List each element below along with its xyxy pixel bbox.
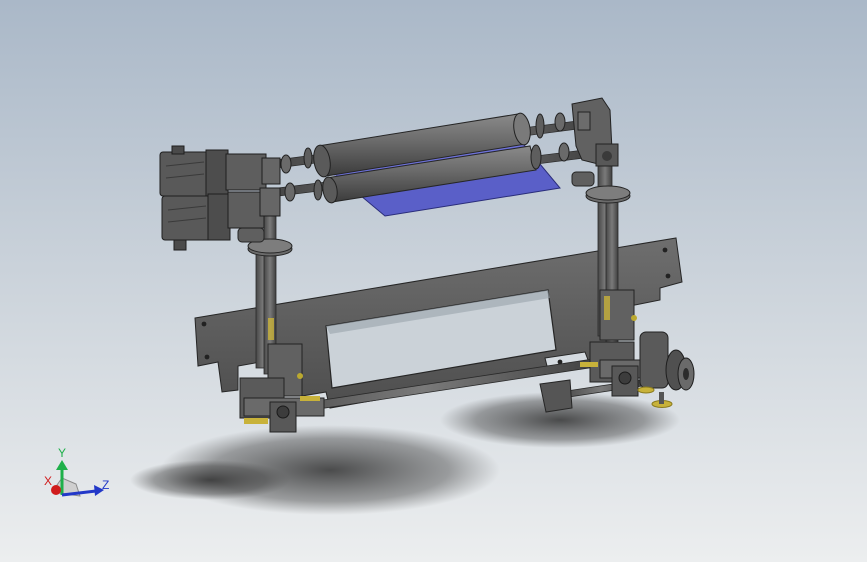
cad-viewport[interactable]: Y X Z	[0, 0, 867, 562]
ground-shadow	[130, 392, 680, 515]
triad-label-y: Y	[58, 446, 67, 460]
model-scene[interactable]	[0, 0, 867, 562]
triad-label-x: X	[44, 474, 53, 488]
x-axis-arrow	[51, 485, 61, 495]
coordinate-triad	[51, 460, 104, 497]
adjustment-handwheel[interactable]	[637, 331, 695, 408]
triad-label-z: Z	[102, 478, 110, 492]
